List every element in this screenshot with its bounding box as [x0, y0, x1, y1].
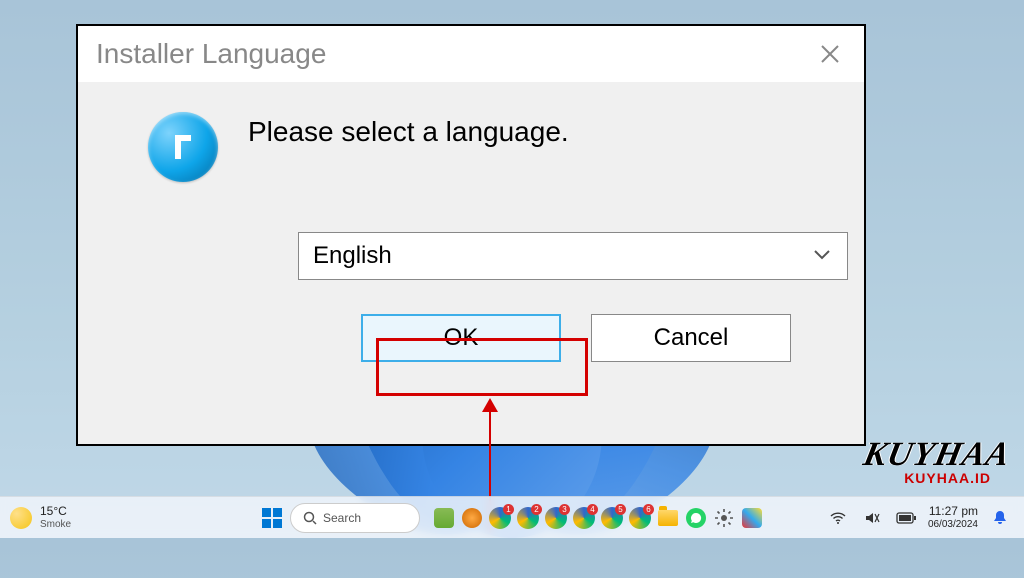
weather-temp: 15°C: [40, 505, 71, 518]
taskbar-search-placeholder: Search: [323, 511, 361, 525]
dialog-title: Installer Language: [96, 38, 326, 70]
close-icon: [819, 43, 841, 65]
installer-app-icon: [148, 112, 218, 182]
settings-icon[interactable]: [712, 506, 736, 530]
weather-widget[interactable]: 15°C Smoke: [0, 505, 81, 529]
notifications-button[interactable]: [988, 506, 1012, 530]
chevron-down-icon: [811, 243, 833, 270]
pinned-app-last[interactable]: [740, 506, 764, 530]
close-button[interactable]: [814, 38, 846, 70]
edge-instance-2[interactable]: 2: [516, 506, 540, 530]
weather-icon: [10, 507, 32, 529]
bell-icon: [992, 510, 1008, 526]
volume-icon[interactable]: [860, 506, 884, 530]
pinned-app-2[interactable]: [460, 506, 484, 530]
clock-date: 06/03/2024: [928, 519, 978, 530]
edge-instance-6[interactable]: 6: [628, 506, 652, 530]
taskbar-search[interactable]: Search: [290, 503, 420, 533]
taskbar-clock[interactable]: 11:27 pm 06/03/2024: [928, 505, 978, 529]
language-select[interactable]: English: [298, 232, 848, 280]
edge-instance-4[interactable]: 4: [572, 506, 596, 530]
wifi-icon[interactable]: [826, 506, 850, 530]
edge-instance-5[interactable]: 5: [600, 506, 624, 530]
edge-instance-1[interactable]: 1: [488, 506, 512, 530]
clock-time: 11:27 pm: [928, 505, 978, 518]
watermark-line1: KUYHAA: [860, 436, 1014, 474]
taskbar: 15°C Smoke Search 1 2 3 4 5 6: [0, 496, 1024, 538]
weather-condition: Smoke: [40, 519, 71, 530]
prompt-text: Please select a language.: [248, 116, 569, 148]
installer-language-dialog: Installer Language Please select a langu…: [76, 24, 866, 446]
dialog-titlebar: Installer Language: [78, 26, 864, 82]
watermark: KUYHAA KUYHAA.ID: [864, 436, 1010, 486]
start-button[interactable]: [260, 506, 284, 530]
ok-button[interactable]: OK: [361, 314, 561, 362]
system-tray: 11:27 pm 06/03/2024: [814, 505, 1024, 529]
search-icon: [303, 511, 317, 525]
battery-icon[interactable]: [894, 506, 918, 530]
whatsapp-icon[interactable]: [684, 506, 708, 530]
taskbar-pinned-apps: 1 2 3 4 5 6: [432, 506, 764, 530]
language-select-value: English: [313, 242, 392, 270]
pinned-app-1[interactable]: [432, 506, 456, 530]
edge-instance-3[interactable]: 3: [544, 506, 568, 530]
cancel-button[interactable]: Cancel: [591, 314, 791, 362]
file-explorer[interactable]: [656, 506, 680, 530]
